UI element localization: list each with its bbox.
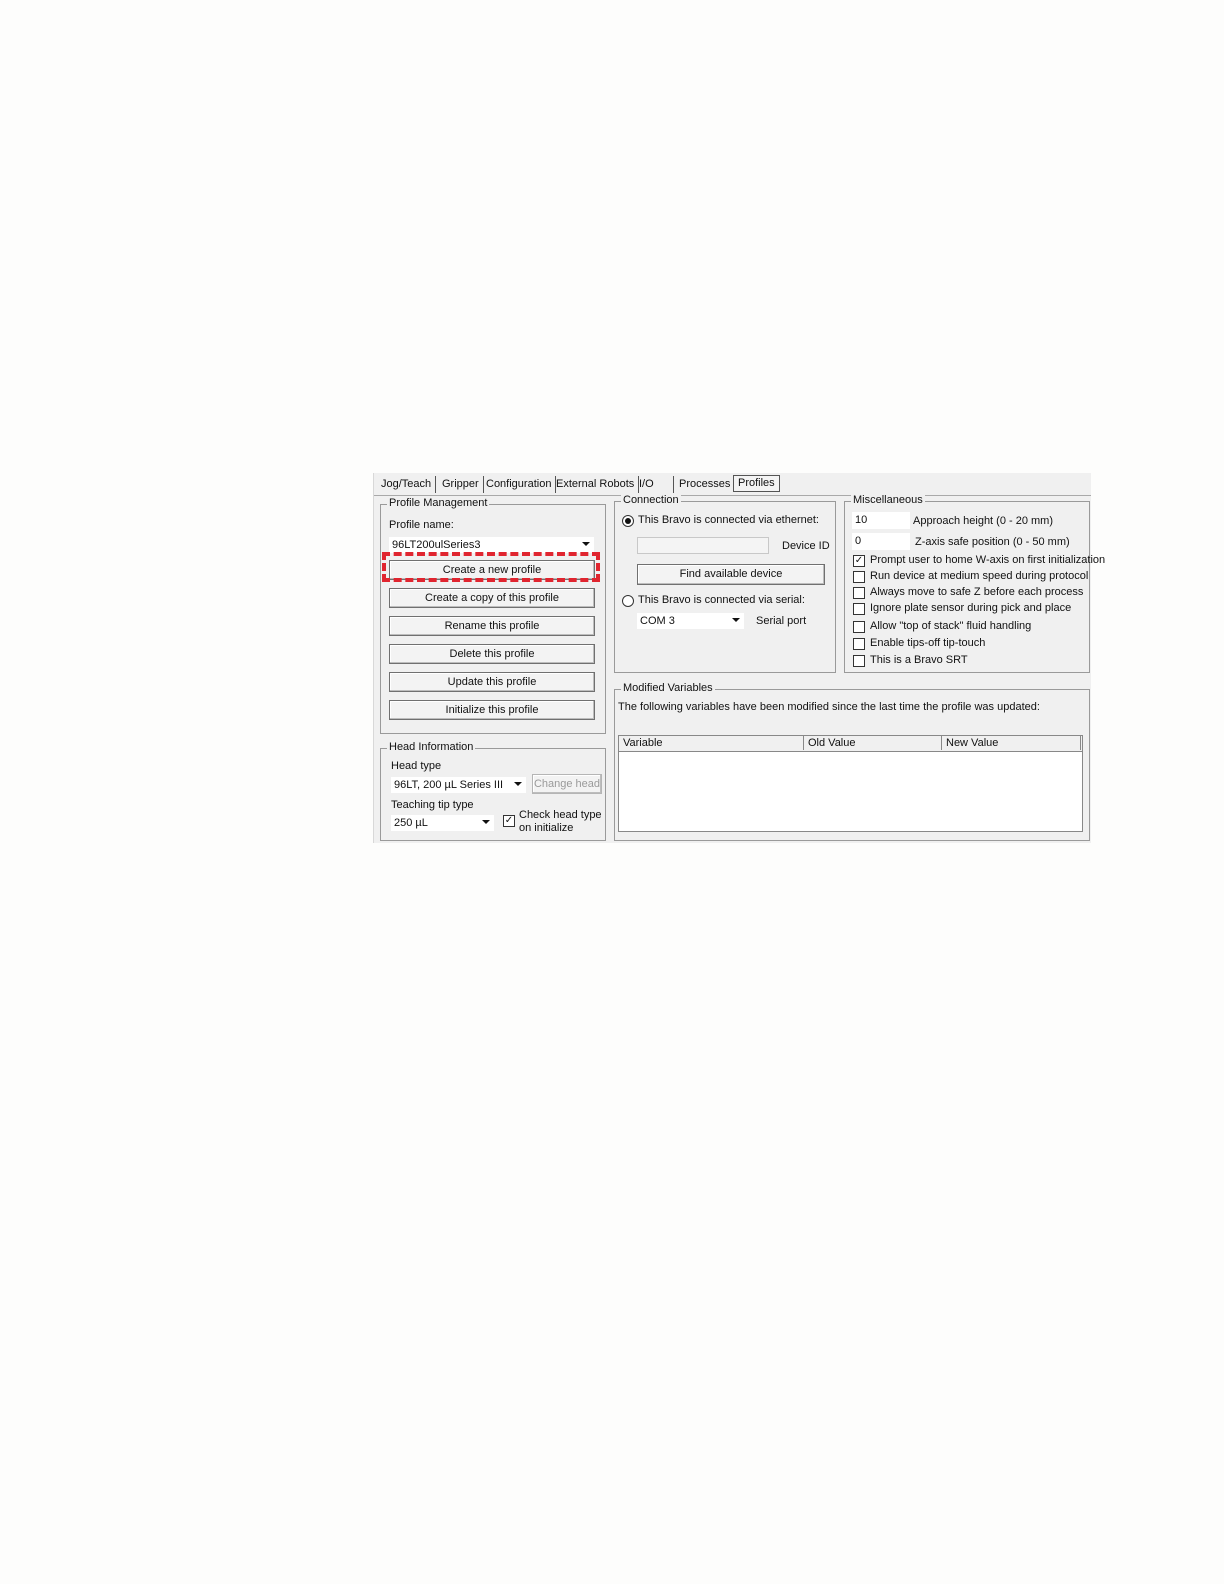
tab-gripper[interactable]: Gripper [438, 476, 484, 493]
check-head-label-line2: on initialize [519, 822, 574, 834]
prompt-home-checkbox[interactable]: ✓ [853, 555, 865, 567]
tab-configuration[interactable]: Configuration [482, 476, 557, 493]
profile-management-group: Profile Management Profile name: 96LT200… [380, 497, 606, 734]
prompt-home-label: Prompt user to home W-axis on first init… [870, 554, 1106, 566]
initialize-profile-button[interactable]: Initialize this profile [389, 700, 595, 720]
top-of-stack-label: Allow "top of stack" fluid handling [870, 620, 1032, 632]
teaching-tip-dropdown[interactable]: 250 µL [391, 815, 494, 831]
tab-profiles[interactable]: Profiles [733, 475, 780, 492]
tab-io[interactable]: I/O [635, 476, 674, 493]
tab-bar: Jog/Teach Gripper Configuration External… [374, 473, 1091, 496]
connection-group: Connection This Bravo is connected via e… [614, 494, 836, 673]
serial-label: This Bravo is connected via serial: [638, 594, 805, 606]
rename-profile-button[interactable]: Rename this profile [389, 616, 595, 636]
head-information-group: Head Information Head type 96LT, 200 µL … [380, 741, 606, 841]
connection-title: Connection [621, 494, 681, 506]
column-header-variable[interactable]: Variable [619, 736, 804, 750]
profile-name-value: 96LT200ulSeries3 [392, 539, 481, 551]
table-header: Variable Old Value New Value [619, 736, 1082, 752]
teaching-tip-label: Teaching tip type [391, 799, 474, 811]
miscellaneous-group: Miscellaneous 10 Approach height (0 - 20… [844, 494, 1105, 673]
top-of-stack-checkbox[interactable] [853, 621, 865, 633]
device-id-label: Device ID [782, 540, 830, 552]
chevron-down-icon [514, 782, 522, 786]
create-copy-profile-button[interactable]: Create a copy of this profile [389, 588, 595, 608]
tab-external-robots[interactable]: External Robots [552, 476, 640, 493]
head-type-dropdown[interactable]: 96LT, 200 µL Series III [391, 777, 526, 793]
check-head-label-line1: Check head type [519, 809, 602, 821]
head-type-value: 96LT, 200 µL Series III [394, 779, 504, 791]
medium-speed-label: Run device at medium speed during protoc… [870, 570, 1089, 582]
z-axis-safe-label: Z-axis safe position (0 - 50 mm) [915, 536, 1070, 548]
serial-radio[interactable] [622, 595, 634, 607]
checkmark-icon: ✓ [504, 815, 514, 826]
miscellaneous-title: Miscellaneous [851, 494, 925, 506]
profile-name-label: Profile name: [389, 519, 454, 531]
approach-height-label: Approach height (0 - 20 mm) [913, 515, 1054, 527]
column-header-old-value[interactable]: Old Value [804, 736, 942, 750]
device-id-input[interactable] [637, 537, 769, 554]
medium-speed-checkbox[interactable] [853, 571, 865, 583]
modified-variables-group: Modified Variables The following variabl… [614, 682, 1090, 841]
modified-variables-description: The following variables have been modifi… [618, 701, 1040, 713]
tab-processes[interactable]: Processes [675, 476, 734, 493]
chevron-down-icon [482, 820, 490, 824]
check-head-checkbox[interactable]: ✓ [503, 815, 515, 827]
teaching-tip-value: 250 µL [394, 817, 428, 829]
modified-variables-table[interactable]: Variable Old Value New Value [618, 735, 1083, 832]
tips-off-touch-label: Enable tips-off tip-touch [870, 637, 986, 649]
bravo-srt-checkbox[interactable] [853, 655, 865, 667]
find-available-device-button[interactable]: Find available device [637, 564, 825, 585]
serial-port-value: COM 3 [640, 615, 675, 627]
ignore-plate-sensor-checkbox[interactable] [853, 603, 865, 615]
bravo-srt-label: This is a Bravo SRT [870, 654, 968, 666]
z-axis-safe-input[interactable]: 0 [852, 533, 910, 550]
radio-selected-dot [625, 518, 631, 524]
safe-z-checkbox[interactable] [853, 587, 865, 599]
head-type-label: Head type [391, 760, 442, 772]
ethernet-radio[interactable] [622, 515, 634, 527]
ethernet-label: This Bravo is connected via ethernet: [638, 514, 819, 526]
modified-variables-title: Modified Variables [621, 682, 715, 694]
serial-port-dropdown[interactable]: COM 3 [637, 613, 744, 629]
bravo-profiles-window: Jog/Teach Gripper Configuration External… [373, 473, 1105, 843]
column-header-new-value[interactable]: New Value [942, 736, 1081, 750]
ignore-plate-sensor-label: Ignore plate sensor during pick and plac… [870, 602, 1072, 614]
approach-height-input[interactable]: 10 [852, 512, 910, 529]
serial-port-label: Serial port [756, 615, 807, 627]
tips-off-touch-checkbox[interactable] [853, 638, 865, 650]
chevron-down-icon [732, 618, 740, 622]
profile-management-title: Profile Management [387, 497, 490, 509]
update-profile-button[interactable]: Update this profile [389, 672, 595, 692]
change-head-button[interactable]: Change head [532, 774, 602, 794]
head-information-title: Head Information [387, 741, 476, 753]
profile-name-dropdown[interactable]: 96LT200ulSeries3 [389, 537, 594, 553]
create-new-profile-button[interactable]: Create a new profile [389, 560, 595, 580]
chevron-down-icon [582, 542, 590, 546]
delete-profile-button[interactable]: Delete this profile [389, 644, 595, 664]
safe-z-label: Always move to safe Z before each proces… [870, 586, 1084, 598]
checkmark-icon: ✓ [854, 555, 864, 566]
tab-jog-teach[interactable]: Jog/Teach [377, 476, 437, 493]
